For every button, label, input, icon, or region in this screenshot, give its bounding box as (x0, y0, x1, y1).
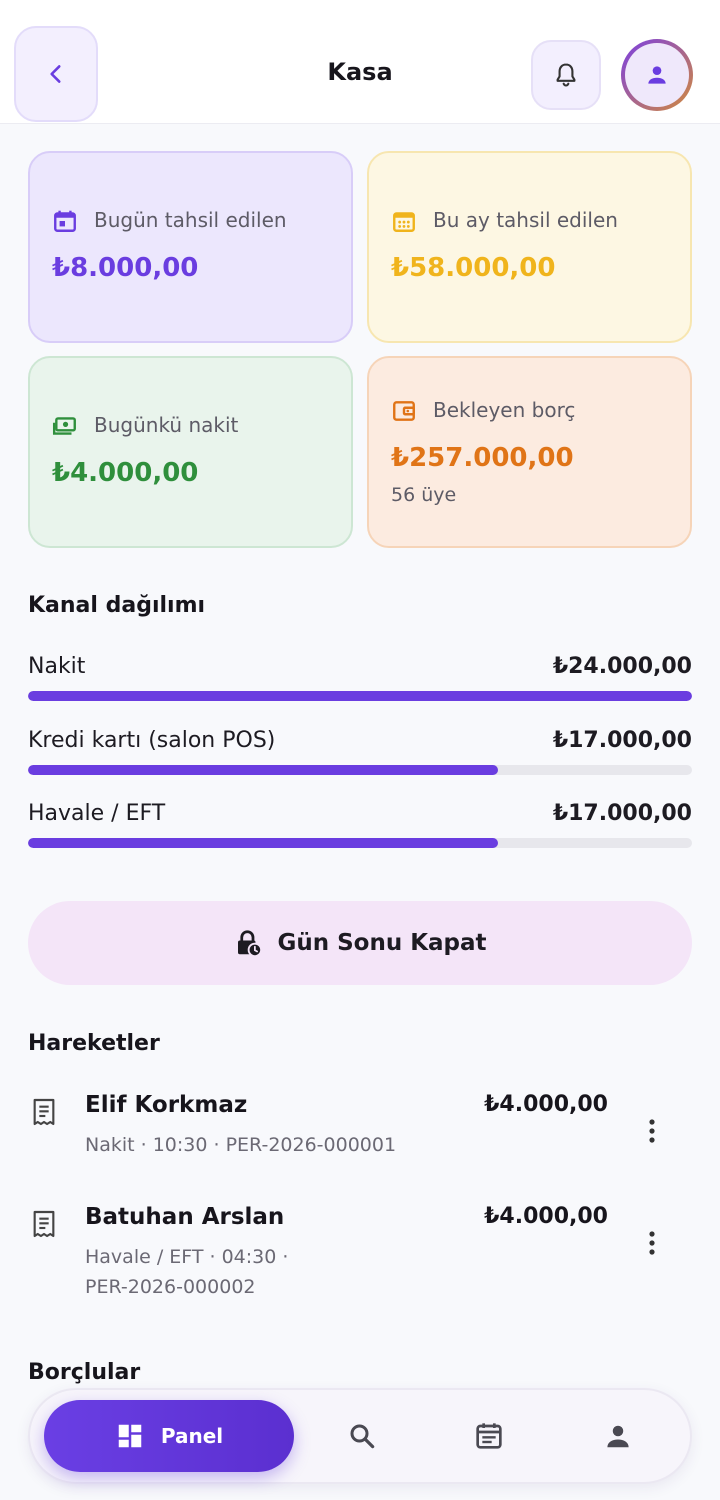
avatar-button[interactable] (621, 39, 693, 111)
dashboard-icon (118, 1424, 142, 1448)
channel-amount: ₺17.000,00 (552, 728, 692, 753)
calendar-today-icon (54, 210, 76, 232)
channel-progress-track (28, 691, 692, 701)
channel-row: Nakit ₺24.000,00 (28, 654, 692, 724)
notifications-button[interactable] (531, 40, 601, 110)
channel-progress-fill (28, 765, 499, 775)
search-icon (350, 1424, 375, 1449)
transaction-amount: ₺4.000,00 (484, 1204, 608, 1229)
nav-item-profile[interactable] (600, 1418, 636, 1454)
section-title-debtors: Borçlular (28, 1360, 141, 1385)
transaction-row[interactable]: Batuhan Arslan ₺4.000,00 Havale / EFT · … (28, 1204, 692, 1308)
section-title-channels: Kanal dağılımı (28, 593, 206, 618)
channel-amount: ₺24.000,00 (552, 654, 692, 679)
stat-card-pending-debt[interactable]: Bekleyen borç ₺257.000,00 56 üye (367, 356, 692, 548)
page-title: Kasa (327, 58, 393, 86)
nav-item-calendar[interactable] (471, 1418, 507, 1454)
receipt-icon (33, 1098, 55, 1126)
stat-label: Bekleyen borç (433, 398, 576, 422)
receipt-icon (33, 1210, 55, 1238)
stat-label: Bu ay tahsil edilen (433, 208, 618, 232)
app-header: Kasa (0, 0, 720, 124)
channel-label: Kredi kartı (salon POS) (28, 728, 276, 753)
stat-label: Bugün tahsil edilen (94, 208, 287, 232)
wallet-icon (393, 401, 415, 421)
calendar-icon (476, 1423, 502, 1449)
lock-clock-icon (238, 930, 263, 958)
person-icon (607, 1425, 629, 1448)
nav-item-panel[interactable]: Panel (44, 1400, 294, 1472)
calendar-month-icon (393, 212, 415, 232)
stat-value: ₺4.000,00 (52, 458, 199, 488)
more-vertical-icon (649, 1119, 655, 1143)
channel-label: Havale / EFT (28, 801, 166, 826)
section-title-transactions: Hareketler (28, 1031, 160, 1056)
stat-value: ₺257.000,00 (391, 443, 574, 473)
nav-item-search[interactable] (344, 1418, 380, 1454)
nav-item-label: Panel (160, 1424, 224, 1448)
close-day-label: Gün Sonu Kapat (277, 930, 487, 956)
close-day-button[interactable]: Gün Sonu Kapat (28, 901, 692, 985)
transaction-name: Batuhan Arslan (85, 1204, 285, 1230)
bell-icon (556, 63, 576, 87)
person-icon (648, 66, 666, 84)
bottom-navigation: Panel (28, 1388, 692, 1484)
stat-card-today[interactable]: Bugün tahsil edilen ₺8.000,00 (28, 151, 353, 343)
stat-card-cash[interactable]: Bugünkü nakit ₺4.000,00 (28, 356, 353, 548)
channel-amount: ₺17.000,00 (552, 801, 692, 826)
stat-value: ₺58.000,00 (391, 253, 556, 283)
stat-card-month[interactable]: Bu ay tahsil edilen ₺58.000,00 (367, 151, 692, 343)
more-options-button[interactable] (640, 1114, 664, 1148)
transaction-meta: Havale / EFT · 04:30 · PER-2026-000002 (85, 1246, 289, 1298)
transaction-meta: Nakit · 10:30 · PER-2026-000001 (85, 1134, 397, 1156)
more-vertical-icon (649, 1231, 655, 1255)
channel-row: Havale / EFT ₺17.000,00 (28, 801, 692, 871)
channel-progress-track (28, 765, 692, 775)
channel-row: Kredi kartı (salon POS) ₺17.000,00 (28, 728, 692, 798)
channel-progress-fill (28, 838, 499, 848)
cash-icon (52, 417, 76, 435)
transaction-amount: ₺4.000,00 (484, 1092, 608, 1117)
channel-progress-track (28, 838, 692, 848)
stat-value: ₺8.000,00 (52, 253, 199, 283)
stat-label: Bugünkü nakit (94, 413, 239, 437)
channel-progress-fill (28, 691, 692, 701)
transaction-row[interactable]: Elif Korkmaz ₺4.000,00 Nakit · 10:30 · P… (28, 1092, 692, 1176)
transaction-name: Elif Korkmaz (85, 1092, 248, 1118)
channel-label: Nakit (28, 654, 86, 679)
stat-subtext: 56 üye (391, 484, 457, 506)
avatar (625, 43, 689, 107)
more-options-button[interactable] (640, 1226, 664, 1260)
